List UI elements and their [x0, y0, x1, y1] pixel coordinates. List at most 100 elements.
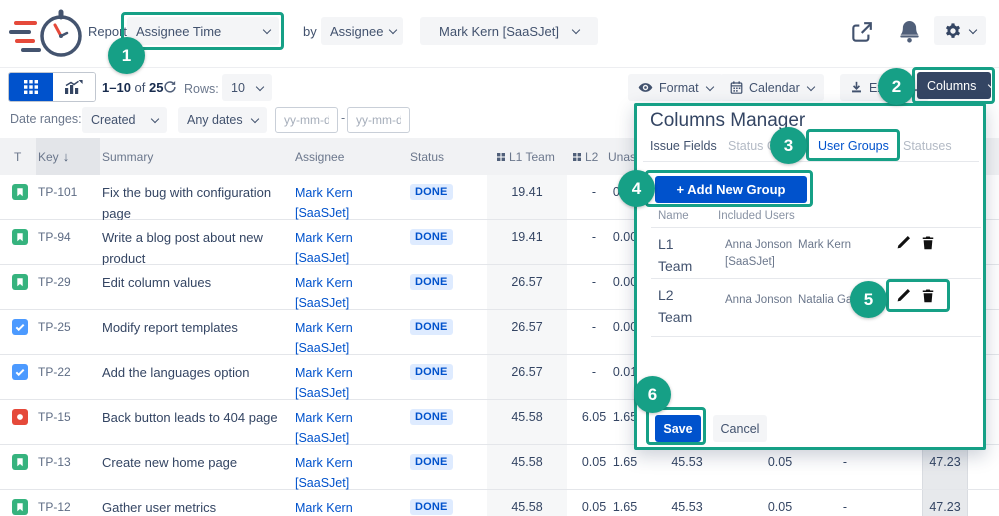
group-name-header: Name: [658, 210, 689, 222]
column-header-key[interactable]: Key ↓: [36, 138, 100, 175]
rows-per-page-value: 10: [231, 80, 245, 95]
issue-type-icon: [12, 409, 28, 425]
column-header-l1-team[interactable]: L1 Team: [497, 138, 555, 175]
annotation-2: 2: [878, 68, 915, 105]
user-filter-select[interactable]: Mark Kern [SaaSJet]: [420, 17, 598, 45]
add-new-group-button[interactable]: + Add New Group: [655, 176, 807, 203]
list-divider: [651, 227, 981, 228]
chevron-down-icon: [262, 25, 272, 35]
cell-col4: 45.53: [671, 455, 703, 469]
columns-manager-panel: Columns Manager Issue Fields Status Grou…: [634, 103, 986, 450]
status-badge: DONE: [410, 184, 453, 200]
issue-summary: Write a blog post about new product: [102, 230, 263, 266]
issue-key[interactable]: TP-25: [38, 320, 71, 334]
report-select[interactable]: Assignee Time: [127, 17, 279, 45]
tabs-divider: [643, 161, 979, 162]
date-field-select[interactable]: Created: [82, 107, 167, 133]
date-range-select[interactable]: Any dates: [178, 107, 267, 133]
refresh-icon[interactable]: [163, 80, 177, 94]
chevron-down-icon: [571, 25, 581, 35]
date-separator: -: [341, 111, 346, 125]
annotation-3: 3: [770, 127, 807, 164]
column-header-summary[interactable]: Summary: [102, 138, 153, 175]
edit-group-icon[interactable]: [895, 288, 911, 304]
assignee-link[interactable]: Mark Kern [SaaSJet]: [295, 408, 390, 448]
status-badge: DONE: [410, 499, 453, 515]
pagination-text: 1–10 of 25: [102, 80, 163, 95]
table-row[interactable]: TP-13 Create new home page Mark Kern [Sa…: [0, 445, 999, 490]
cell-unassigned: 1.65: [612, 500, 638, 514]
format-label: Format: [659, 80, 699, 95]
assignee-link[interactable]: Mark Kern [SaaSJet]: [295, 228, 390, 268]
download-icon: [850, 81, 863, 94]
chevron-down-icon: [250, 114, 260, 124]
table-row[interactable]: TP-12 Gather user metrics Mark Kern DONE…: [0, 490, 999, 516]
issue-type-icon: [12, 499, 28, 515]
rows-label: Rows:: [184, 82, 219, 96]
issue-key[interactable]: TP-29: [38, 275, 71, 289]
tab-user-groups[interactable]: User Groups: [818, 139, 889, 153]
share-icon[interactable]: [850, 20, 874, 44]
column-header-type[interactable]: T: [14, 138, 21, 175]
issue-type-icon: [12, 364, 28, 380]
grid-view-button[interactable]: [9, 73, 53, 101]
assignee-link[interactable]: Mark Kern [SaaSJet]: [295, 363, 390, 403]
assignee-link[interactable]: Mark Kern [SaaSJet]: [295, 273, 390, 313]
page-range: 1–10: [102, 80, 131, 95]
group-name: L2 Team: [658, 287, 693, 325]
date-to-input[interactable]: [347, 107, 410, 133]
issue-type-icon: [12, 229, 28, 245]
cell-col6: -: [842, 455, 848, 469]
column-header-status[interactable]: Status: [410, 138, 444, 175]
status-badge: DONE: [410, 454, 453, 470]
format-button[interactable]: Format: [628, 74, 723, 101]
report-select-value: Assignee Time: [136, 23, 222, 39]
issue-key[interactable]: TP-15: [38, 410, 71, 424]
annotation-5: 5: [850, 281, 887, 318]
delete-group-icon[interactable]: [921, 235, 937, 251]
calendar-button[interactable]: Calendar: [720, 74, 824, 101]
group-user: Anna Jonson [SaaSJet]: [725, 239, 793, 269]
chevron-down-icon: [988, 80, 997, 89]
assignee-link[interactable]: Mark Kern: [295, 498, 390, 516]
issue-key[interactable]: TP-94: [38, 230, 71, 244]
date-from-input[interactable]: [275, 107, 338, 133]
user-filter-value: Mark Kern [SaaSJet]: [439, 23, 559, 39]
column-header-l2[interactable]: L2: [573, 138, 598, 175]
cancel-button[interactable]: Cancel: [713, 415, 767, 442]
tab-issue-fields[interactable]: Issue Fields: [650, 139, 717, 153]
list-divider: [651, 336, 981, 337]
columns-button[interactable]: Columns: [917, 72, 997, 99]
group-grid-icon: [573, 152, 581, 161]
chevron-down-icon: [705, 82, 714, 91]
group-user: Anna Jonson: [725, 294, 793, 306]
cell-l1-team: 45.58: [487, 400, 567, 444]
tab-statuses[interactable]: Statuses: [903, 139, 952, 153]
issue-type-icon: [12, 184, 28, 200]
group-grid-icon: [497, 152, 505, 161]
status-badge: DONE: [410, 274, 453, 290]
save-button[interactable]: Save: [655, 415, 701, 442]
app: Report: Assignee Time by Assignee Mark K…: [0, 0, 999, 516]
chart-view-button[interactable]: [53, 73, 95, 101]
rows-per-page-select[interactable]: 10: [222, 74, 272, 101]
delete-group-icon[interactable]: [921, 288, 937, 304]
issue-summary: Gather user metrics: [102, 500, 217, 515]
assignee-link[interactable]: Mark Kern [SaaSJet]: [295, 183, 390, 223]
issue-key[interactable]: TP-22: [38, 365, 71, 379]
annotation-1: 1: [108, 37, 145, 74]
settings-button[interactable]: [934, 16, 986, 45]
issue-summary: Edit column values: [102, 275, 212, 290]
issue-key[interactable]: TP-13: [38, 455, 71, 469]
cell-l1-team: 26.57: [487, 355, 567, 399]
column-header-assignee[interactable]: Assignee: [295, 138, 344, 175]
date-ranges-label: Date ranges:: [10, 112, 82, 126]
edit-group-icon[interactable]: [895, 235, 911, 251]
issue-key[interactable]: TP-101: [38, 185, 77, 199]
group-by-select[interactable]: Assignee: [321, 17, 403, 45]
total-count: 25: [149, 80, 164, 95]
assignee-link[interactable]: Mark Kern [SaaSJet]: [295, 318, 390, 358]
assignee-link[interactable]: Mark Kern [SaaSJet]: [295, 453, 390, 493]
issue-key[interactable]: TP-12: [38, 500, 71, 514]
bell-icon[interactable]: [898, 19, 921, 44]
